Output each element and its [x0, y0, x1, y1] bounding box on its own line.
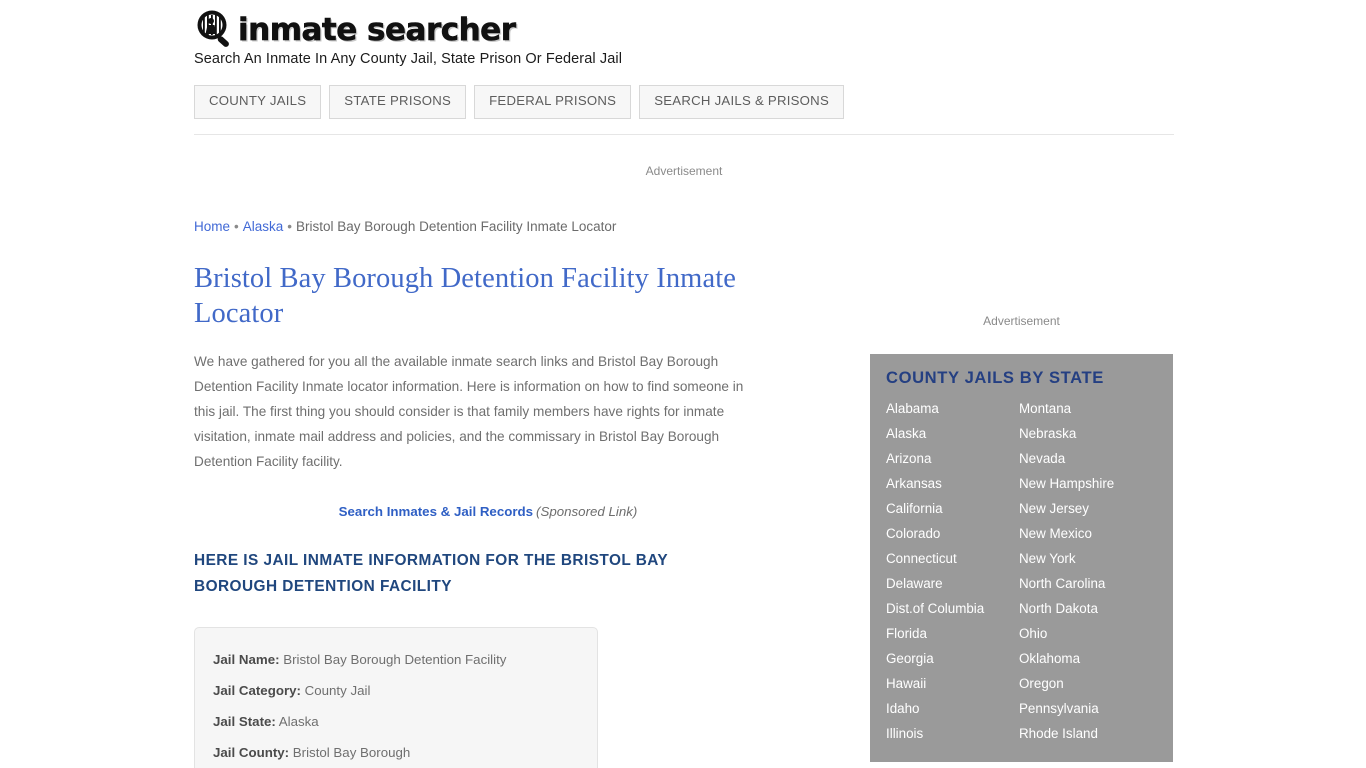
state-link-delaware[interactable]: Delaware	[886, 571, 1019, 596]
info-key: Jail Name:	[213, 651, 280, 667]
state-link-colorado[interactable]: Colorado	[886, 521, 1019, 546]
states-grid: Alabama Montana Alaska Nebraska Arizona …	[886, 396, 1157, 746]
states-panel-title: COUNTY JAILS BY STATE	[886, 368, 1104, 387]
sponsored-note: (Sponsored Link)	[536, 503, 638, 519]
site-brand[interactable]: inmate searcher	[194, 0, 1174, 48]
info-value: Bristol Bay Borough Detention Facility	[283, 651, 507, 667]
magnifier-prison-bars-icon	[194, 8, 236, 50]
state-link-pennsylvania[interactable]: Pennsylvania	[1019, 696, 1157, 721]
state-link-north-dakota[interactable]: North Dakota	[1019, 596, 1157, 621]
state-link-nebraska[interactable]: Nebraska	[1019, 421, 1157, 446]
state-link-arkansas[interactable]: Arkansas	[886, 471, 1019, 496]
breadcrumb-home-link[interactable]: Home	[194, 219, 230, 234]
right-sidebar: Advertisement COUNTY JAILS BY STATE Alab…	[870, 296, 1173, 762]
state-link-oklahoma[interactable]: Oklahoma	[1019, 646, 1157, 671]
nav-state-prisons[interactable]: STATE PRISONS	[329, 85, 467, 119]
info-value: Bristol Bay Borough	[292, 744, 411, 760]
main-content: Bristol Bay Borough Detention Facility I…	[194, 262, 814, 768]
nav-federal-prisons[interactable]: FEDERAL PRISONS	[474, 85, 632, 119]
county-jails-by-state-panel: COUNTY JAILS BY STATE Alabama Montana Al…	[870, 354, 1173, 762]
state-link-new-jersey[interactable]: New Jersey	[1019, 496, 1157, 521]
state-link-montana[interactable]: Montana	[1019, 396, 1157, 421]
sidebar-advertisement-slot: Advertisement	[870, 296, 1173, 354]
sidebar-ad-label: Advertisement	[983, 314, 1060, 328]
state-link-florida[interactable]: Florida	[886, 621, 1019, 646]
info-key: Jail Category:	[213, 682, 301, 698]
jail-info-card: Jail Name: Bristol Bay Borough Detention…	[194, 626, 598, 768]
state-link-connecticut[interactable]: Connecticut	[886, 546, 1019, 571]
breadcrumb-state-link[interactable]: Alaska	[243, 219, 284, 234]
state-link-north-carolina[interactable]: North Carolina	[1019, 571, 1157, 596]
info-key: Jail State:	[213, 713, 276, 729]
info-row-jail-category: Jail Category: County Jail	[213, 675, 579, 706]
info-value: County Jail	[304, 682, 371, 698]
breadcrumb-current: Bristol Bay Borough Detention Facility I…	[296, 219, 617, 234]
state-link-arizona[interactable]: Arizona	[886, 446, 1019, 471]
site-tagline: Search An Inmate In Any County Jail, Sta…	[194, 51, 623, 67]
breadcrumb-separator: •	[234, 219, 239, 234]
state-link-alabama[interactable]: Alabama	[886, 396, 1019, 421]
info-value: Alaska	[278, 713, 319, 729]
info-row-jail-state: Jail State: Alaska	[213, 706, 579, 737]
nav-search-jails-prisons[interactable]: SEARCH JAILS & PRISONS	[639, 85, 845, 119]
section-heading: HERE IS JAIL INMATE INFORMATION FOR THE …	[194, 551, 668, 595]
intro-paragraph: We have gathered for you all the availab…	[194, 353, 744, 469]
breadcrumb-separator-2: •	[287, 219, 293, 234]
info-row-jail-county: Jail County: Bristol Bay Borough	[213, 737, 579, 768]
state-link-georgia[interactable]: Georgia	[886, 646, 1019, 671]
top-ad-label: Advertisement	[645, 164, 723, 178]
info-row-jail-name: Jail Name: Bristol Bay Borough Detention…	[213, 644, 579, 675]
state-link-new-hampshire[interactable]: New Hampshire	[1019, 471, 1157, 496]
site-logo-text: inmate searcher	[238, 11, 517, 48]
state-link-new-mexico[interactable]: New Mexico	[1019, 521, 1157, 546]
page-title: Bristol Bay Borough Detention Facility I…	[194, 263, 736, 329]
top-advertisement-slot: Advertisement	[194, 164, 1174, 204]
state-link-dist-of-columbia[interactable]: Dist.of Columbia	[886, 596, 1019, 621]
sponsored-link-row: Search Inmates & Jail Records (Sponsored …	[194, 504, 782, 519]
search-inmates-jail-records-link[interactable]: Search Inmates & Jail Records	[339, 504, 533, 519]
state-link-hawaii[interactable]: Hawaii	[886, 671, 1019, 696]
state-link-new-york[interactable]: New York	[1019, 546, 1157, 571]
state-link-nevada[interactable]: Nevada	[1019, 446, 1157, 471]
info-key: Jail County:	[213, 744, 290, 760]
state-link-idaho[interactable]: Idaho	[886, 696, 1019, 721]
header-divider	[194, 133, 1174, 135]
state-link-alaska[interactable]: Alaska	[886, 421, 1019, 446]
state-link-illinois[interactable]: Illinois	[886, 721, 1019, 746]
state-link-ohio[interactable]: Ohio	[1019, 621, 1157, 646]
nav-county-jails[interactable]: COUNTY JAILS	[194, 85, 322, 119]
state-link-rhode-island[interactable]: Rhode Island	[1019, 721, 1157, 746]
state-link-california[interactable]: California	[886, 496, 1019, 521]
page-root: inmate searcher Search An Inmate In Any …	[0, 0, 1366, 768]
breadcrumb: Home • Alaska • Bristol Bay Borough Detentio…	[194, 219, 616, 234]
main-navigation: COUNTY JAILS STATE PRISONS FEDERAL PRISO…	[194, 85, 1174, 119]
site-header: inmate searcher Search An Inmate In Any …	[194, 0, 1174, 135]
state-link-oregon[interactable]: Oregon	[1019, 671, 1157, 696]
